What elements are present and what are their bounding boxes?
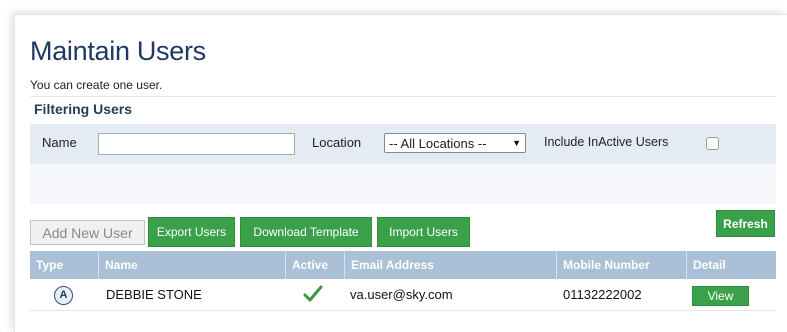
column-header-name[interactable]: Name bbox=[98, 251, 285, 279]
page-subtitle: You can create one user. bbox=[30, 78, 163, 92]
column-header-type[interactable]: Type bbox=[30, 251, 98, 279]
name-label: Name bbox=[42, 135, 77, 150]
table-row: A DEBBIE STONE va.user@sky.com 011322220… bbox=[30, 279, 776, 311]
filter-row-fields: Name Location -- All Locations -- ▼ Incl… bbox=[30, 124, 776, 164]
column-header-mobile[interactable]: Mobile Number bbox=[556, 251, 686, 279]
location-selected-value: -- All Locations -- bbox=[389, 135, 487, 151]
location-select[interactable]: -- All Locations -- ▼ bbox=[384, 133, 526, 153]
dropdown-arrow-icon: ▼ bbox=[512, 138, 521, 148]
inactive-label: Include InActive Users bbox=[544, 135, 669, 149]
page-title: Maintain Users bbox=[30, 36, 206, 66]
divider bbox=[30, 96, 776, 97]
users-table-header: Type Name Active Email Address Mobile Nu… bbox=[30, 251, 776, 279]
column-header-detail[interactable]: Detail bbox=[686, 251, 776, 279]
admin-badge-icon: A bbox=[54, 286, 73, 305]
refresh-button[interactable]: Refresh bbox=[716, 210, 775, 237]
filter-panel: Name Location -- All Locations -- ▼ Incl… bbox=[30, 124, 776, 237]
column-header-email[interactable]: Email Address bbox=[344, 251, 556, 279]
include-inactive-checkbox[interactable] bbox=[706, 137, 719, 150]
add-new-user-button[interactable]: Add New User bbox=[30, 220, 145, 245]
filter-heading: Filtering Users bbox=[34, 101, 133, 117]
export-users-button[interactable]: Export Users bbox=[148, 217, 235, 247]
view-button[interactable]: View bbox=[692, 286, 749, 306]
filter-row-actions: Refresh bbox=[30, 164, 776, 237]
checkmark-icon bbox=[303, 284, 323, 309]
user-mobile: 01132222002 bbox=[563, 287, 642, 302]
import-users-button[interactable]: Import Users bbox=[377, 217, 470, 247]
user-name: DEBBIE STONE bbox=[106, 287, 202, 302]
location-label: Location bbox=[312, 135, 362, 150]
download-template-button[interactable]: Download Template bbox=[240, 217, 372, 247]
name-input[interactable] bbox=[98, 133, 295, 155]
column-header-active[interactable]: Active bbox=[285, 251, 344, 279]
user-email: va.user@sky.com bbox=[350, 287, 453, 302]
